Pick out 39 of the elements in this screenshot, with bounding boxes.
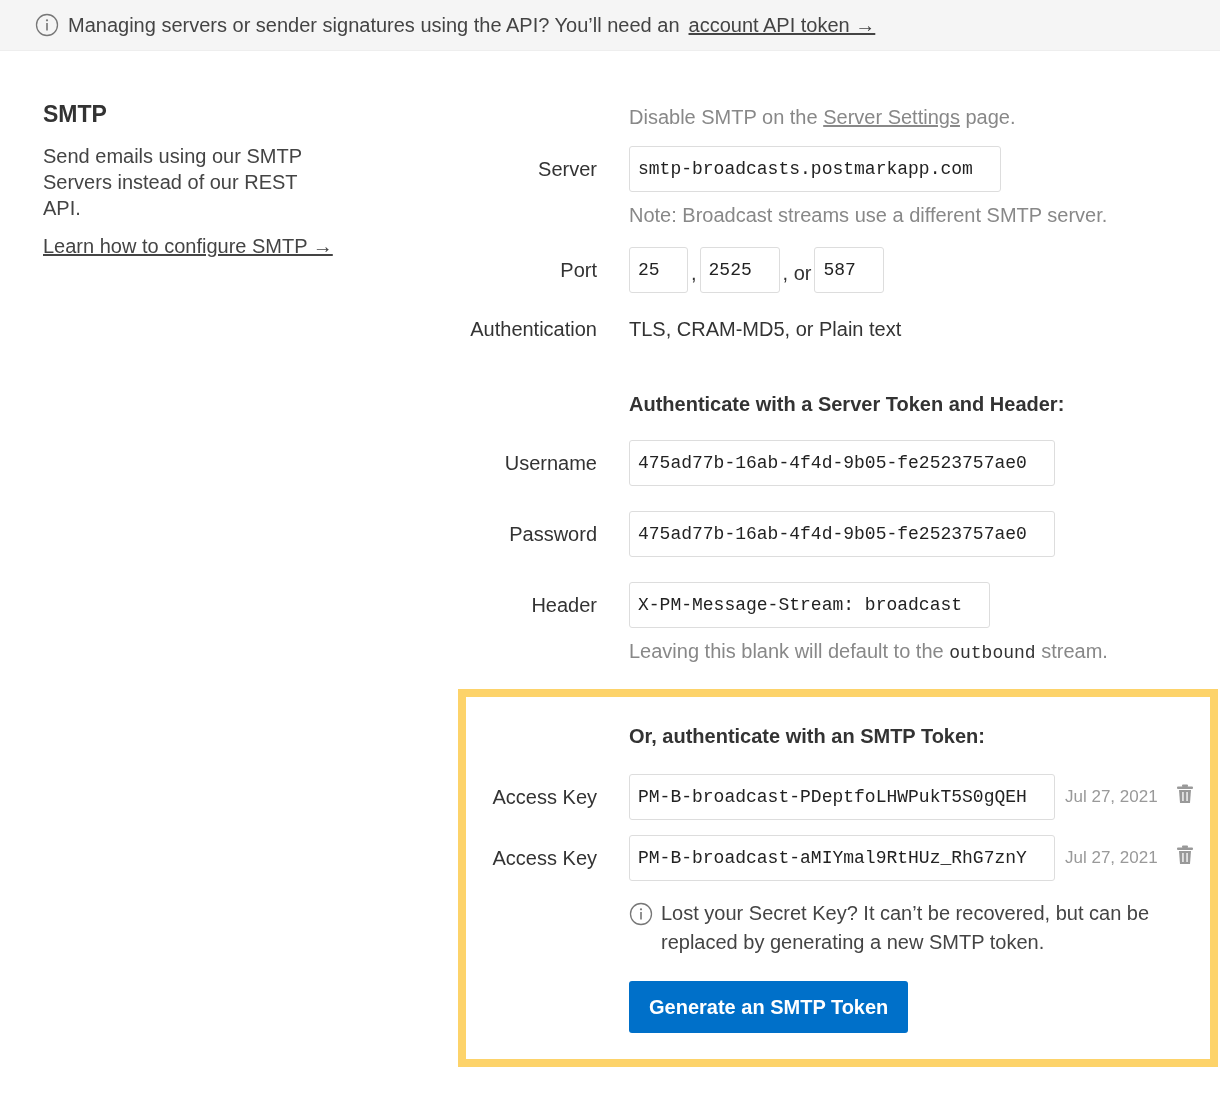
section-title: SMTP bbox=[43, 101, 108, 128]
text-field[interactable]: X-PM-Message-Stream: broadcast bbox=[629, 582, 990, 628]
text-field[interactable]: 475ad77b-16ab-4f4d-9b05-fe2523757ae0 bbox=[629, 440, 1055, 486]
banner-text: Managing servers or sender signatures using the API? You’ll need an bbox=[68, 13, 680, 37]
text-field[interactable]: 475ad77b-16ab-4f4d-9b05-fe2523757ae0 bbox=[629, 511, 1055, 557]
server-token-heading: Authenticate with a Server Token and Header: bbox=[629, 393, 1066, 416]
field-label: Access Key bbox=[491, 846, 597, 870]
port-field[interactable]: 25 bbox=[629, 247, 688, 293]
account-api-token-link[interactable]: account API token → bbox=[688, 13, 876, 37]
port-field[interactable]: 2525 bbox=[699, 247, 780, 293]
access-key-field[interactable]: PM-B-broadcast-PDeptfoLHWPukT5S0gQEH bbox=[629, 774, 1055, 820]
authentication-value: TLS, CRAM-MD5, or Plain text bbox=[629, 318, 903, 341]
section-description: Send emails using our SMTP Servers instead of our REST API. bbox=[43, 144, 303, 221]
created-date: Jul 27, 2021 bbox=[1065, 848, 1158, 868]
settings-note: Disable SMTP on the Server Settings page. bbox=[629, 106, 1017, 129]
smtp-token-heading: Or, authenticate with an SMTP Token: bbox=[629, 725, 986, 748]
info-icon bbox=[35, 13, 59, 37]
field-label: Password bbox=[508, 522, 597, 546]
port-field[interactable]: 587 bbox=[814, 247, 885, 293]
port-separator: , bbox=[691, 262, 697, 285]
field-label: Header bbox=[530, 593, 597, 617]
configure-smtp-link[interactable]: Learn how to configure SMTP → bbox=[43, 235, 333, 257]
port-separator: , or bbox=[782, 262, 812, 285]
server-settings-link[interactable]: Server Settings bbox=[823, 106, 960, 128]
field-label: Username bbox=[503, 451, 597, 475]
trash-icon[interactable] bbox=[1175, 845, 1194, 865]
trash-icon[interactable] bbox=[1175, 784, 1194, 804]
secret-key-note: Lost your Secret Key? It can’t be recovered, but can be replaced by generating a new SMTP token. bbox=[661, 901, 1151, 955]
field-label: Port bbox=[559, 258, 597, 282]
created-date: Jul 27, 2021 bbox=[1065, 787, 1158, 807]
field-label: Authentication bbox=[469, 318, 597, 341]
generate-token-button[interactable]: Generate an SMTP Token bbox=[629, 981, 909, 1033]
header-note: Leaving this blank will default to the outbound stream. bbox=[629, 640, 1109, 663]
field-label: Server bbox=[537, 157, 597, 181]
info-icon bbox=[629, 902, 653, 926]
server-note: Note: Broadcast streams use a different SMTP server. bbox=[629, 204, 1109, 227]
access-key-field[interactable]: PM-B-broadcast-aMIYmal9RtHUz_RhG7znY bbox=[629, 835, 1055, 881]
field-label: Access Key bbox=[491, 785, 597, 809]
server-field[interactable]: smtp-broadcasts.postmarkapp.com bbox=[629, 146, 1001, 192]
